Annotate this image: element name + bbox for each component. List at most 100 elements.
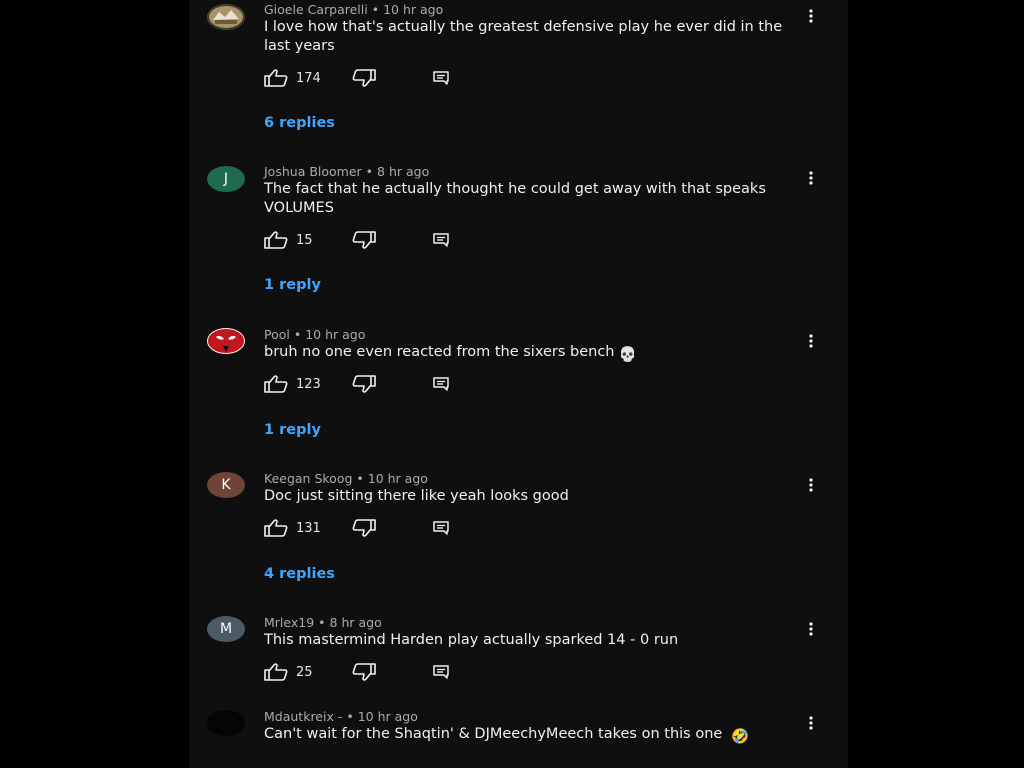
avatar[interactable]: [207, 4, 245, 30]
avatar[interactable]: K: [207, 472, 245, 498]
timestamp[interactable]: 10 hr ago: [383, 2, 443, 17]
skull-emoji: 💀: [618, 347, 637, 363]
dark-avatar-icon: [207, 710, 245, 736]
more-options-button[interactable]: [801, 331, 821, 351]
author-line: Joshua Bloomer • 8 hr ago: [264, 164, 429, 180]
comment-text: The fact that he actually thought he cou…: [264, 181, 766, 216]
more-options-button[interactable]: [801, 475, 821, 495]
like-count: 25: [296, 664, 313, 680]
laughing-emoji: 🤣: [730, 729, 749, 745]
more-vert-icon: [809, 622, 813, 636]
like-button[interactable]: 15: [264, 230, 313, 250]
thumbs-up-icon: [264, 663, 288, 681]
more-vert-icon: [809, 478, 813, 492]
avatar[interactable]: J: [207, 166, 245, 192]
more-options-button[interactable]: [801, 168, 821, 188]
thumbs-up-icon: [264, 519, 288, 537]
timestamp[interactable]: 8 hr ago: [330, 615, 382, 630]
view-replies-link[interactable]: 1 reply: [264, 275, 321, 295]
separator: •: [365, 164, 374, 179]
comment-text-content: bruh no one even reacted from the sixers…: [264, 344, 615, 360]
author-line: Gioele Carparelli • 10 hr ago: [264, 2, 443, 18]
author-name[interactable]: Mrlex19: [264, 615, 314, 630]
timestamp[interactable]: 10 hr ago: [305, 327, 365, 342]
timestamp[interactable]: 10 hr ago: [358, 709, 418, 724]
author-name[interactable]: Keegan Skoog: [264, 471, 352, 486]
thumbs-down-icon: [352, 231, 376, 249]
dislike-button[interactable]: [352, 68, 376, 88]
comment-text: Can't wait for the Shaqtin' & DJMeechyMe…: [264, 725, 809, 747]
view-replies-link[interactable]: 4 replies: [264, 564, 335, 584]
like-count: 131: [296, 520, 321, 536]
author-name[interactable]: Mdautkreix -: [264, 709, 342, 724]
thumbs-down-icon: [352, 663, 376, 681]
thumbs-up-icon: [264, 375, 288, 393]
like-button[interactable]: 25: [264, 662, 313, 682]
view-replies-link[interactable]: 6 replies: [264, 113, 335, 133]
separator: •: [371, 2, 380, 17]
like-count: 123: [296, 376, 321, 392]
author-line: Mrlex19 • 8 hr ago: [264, 615, 382, 631]
comment-actions: 15: [264, 230, 464, 250]
reply-comment-icon: [433, 665, 449, 679]
comment-actions: 25: [264, 662, 464, 682]
separator: •: [318, 615, 326, 630]
more-options-button[interactable]: [801, 6, 821, 26]
author-line: Pool • 10 hr ago: [264, 327, 365, 343]
comment-text-content: Can't wait for the Shaqtin' & DJMeechyMe…: [264, 726, 723, 742]
separator: •: [293, 327, 302, 342]
reply-button[interactable]: [432, 230, 450, 250]
more-options-button[interactable]: [801, 713, 821, 733]
more-vert-icon: [809, 716, 813, 730]
author-name[interactable]: Joshua Bloomer: [264, 164, 362, 179]
comment-text: Doc just sitting there like yeah looks g…: [264, 488, 569, 504]
view-replies-link[interactable]: 1 reply: [264, 420, 321, 440]
timestamp[interactable]: 10 hr ago: [368, 471, 428, 486]
reply-button[interactable]: [432, 662, 450, 682]
reply-button[interactable]: [432, 68, 450, 88]
like-count: 174: [296, 70, 321, 86]
thumbs-down-icon: [352, 69, 376, 87]
more-vert-icon: [809, 9, 813, 23]
like-button[interactable]: 131: [264, 518, 321, 538]
masked-hero-avatar-icon: [207, 328, 245, 354]
reply-button[interactable]: [432, 374, 450, 394]
comment-text: This mastermind Harden play actually spa…: [264, 632, 679, 648]
dislike-button[interactable]: [352, 518, 376, 538]
author-line: Mdautkreix - • 10 hr ago: [264, 709, 418, 725]
like-button[interactable]: 123: [264, 374, 321, 394]
dislike-button[interactable]: [352, 374, 376, 394]
author-name[interactable]: Gioele Carparelli: [264, 2, 368, 17]
thumbs-down-icon: [352, 519, 376, 537]
reply-comment-icon: [433, 71, 449, 85]
like-button[interactable]: 174: [264, 68, 321, 88]
more-options-button[interactable]: [801, 619, 821, 639]
comment-text: I love how that's actually the greatest …: [264, 19, 783, 54]
comment-actions: 174: [264, 68, 464, 88]
timestamp[interactable]: 8 hr ago: [377, 164, 429, 179]
comment-actions: 131: [264, 518, 464, 538]
thumbs-up-icon: [264, 69, 288, 87]
thumbs-up-icon: [264, 231, 288, 249]
thumbs-down-icon: [352, 375, 376, 393]
dislike-button[interactable]: [352, 662, 376, 682]
author-name[interactable]: Pool: [264, 327, 290, 342]
profile-photo-icon: [207, 4, 245, 30]
comment-text: bruh no one even reacted from the sixers…: [264, 343, 809, 365]
dislike-button[interactable]: [352, 230, 376, 250]
reply-comment-icon: [433, 377, 449, 391]
reply-comment-icon: [433, 521, 449, 535]
author-line: Keegan Skoog • 10 hr ago: [264, 471, 428, 487]
avatar[interactable]: M: [207, 616, 245, 642]
reply-button[interactable]: [432, 518, 450, 538]
like-count: 15: [296, 232, 313, 248]
reply-comment-icon: [433, 233, 449, 247]
more-vert-icon: [809, 171, 813, 185]
comments-panel: Gioele Carparelli • 10 hr ago I love how…: [189, 0, 848, 768]
avatar[interactable]: [207, 710, 245, 736]
comment-actions: 123: [264, 374, 464, 394]
separator: •: [356, 471, 364, 486]
more-vert-icon: [809, 334, 813, 348]
avatar[interactable]: [207, 328, 245, 354]
separator: •: [346, 709, 354, 724]
